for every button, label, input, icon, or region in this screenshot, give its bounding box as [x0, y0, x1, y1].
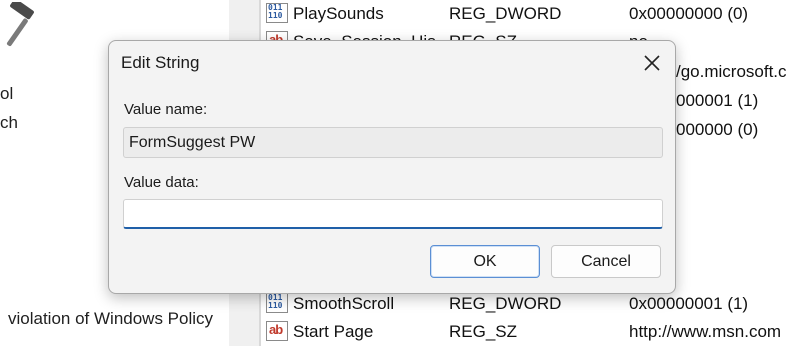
- tree-text-fragment: ch: [0, 113, 18, 132]
- repair-hammer-icon: [6, 2, 34, 47]
- value-data: 0x00000000 (0): [629, 4, 749, 23]
- close-button[interactable]: [639, 50, 665, 76]
- value-type: REG_SZ: [449, 322, 518, 341]
- string-value-icon: ab: [266, 321, 288, 341]
- value-type: REG_DWORD: [449, 4, 562, 23]
- binary-value-icon: 011 110: [266, 3, 288, 23]
- tree-text-fragment: ol: [0, 84, 14, 103]
- value-name: PlaySounds: [293, 4, 384, 23]
- value-data-fragment: /go.microsoft.c: [676, 62, 787, 81]
- registry-row[interactable]: 011 110 PlaySounds REG_DWORD 0x00000000 (…: [266, 0, 795, 28]
- value-name-label: Value name:: [124, 101, 208, 118]
- close-icon: [644, 55, 660, 71]
- registry-row[interactable]: 011 110 SmoothScroll REG_DWORD 0x00000001…: [266, 290, 795, 318]
- value-name: SmoothScroll: [293, 294, 395, 313]
- policy-text: violation of Windows Policy: [8, 309, 214, 328]
- value-name-field[interactable]: [123, 127, 663, 158]
- dialog-title: Edit String: [121, 53, 200, 72]
- value-type: REG_DWORD: [449, 294, 562, 313]
- registry-row[interactable]: ab Start Page REG_SZ http://www.msn.com: [266, 318, 795, 346]
- value-data-label: Value data:: [124, 174, 199, 191]
- value-data: http://www.msn.com: [629, 322, 782, 341]
- binary-value-icon: 011 110: [266, 293, 288, 313]
- value-data-fragment: 000001 (1): [676, 91, 759, 110]
- value-name: Start Page: [293, 322, 374, 341]
- value-data-field[interactable]: [123, 199, 663, 229]
- dialog-titlebar[interactable]: Edit String: [109, 41, 675, 83]
- value-data: 0x00000001 (1): [629, 294, 749, 313]
- cancel-button[interactable]: Cancel: [551, 245, 661, 278]
- ok-button[interactable]: OK: [430, 245, 540, 278]
- value-data-fragment: 000000 (0): [676, 120, 759, 139]
- edit-string-dialog: Edit String Value name: Value data: OK C…: [108, 40, 676, 294]
